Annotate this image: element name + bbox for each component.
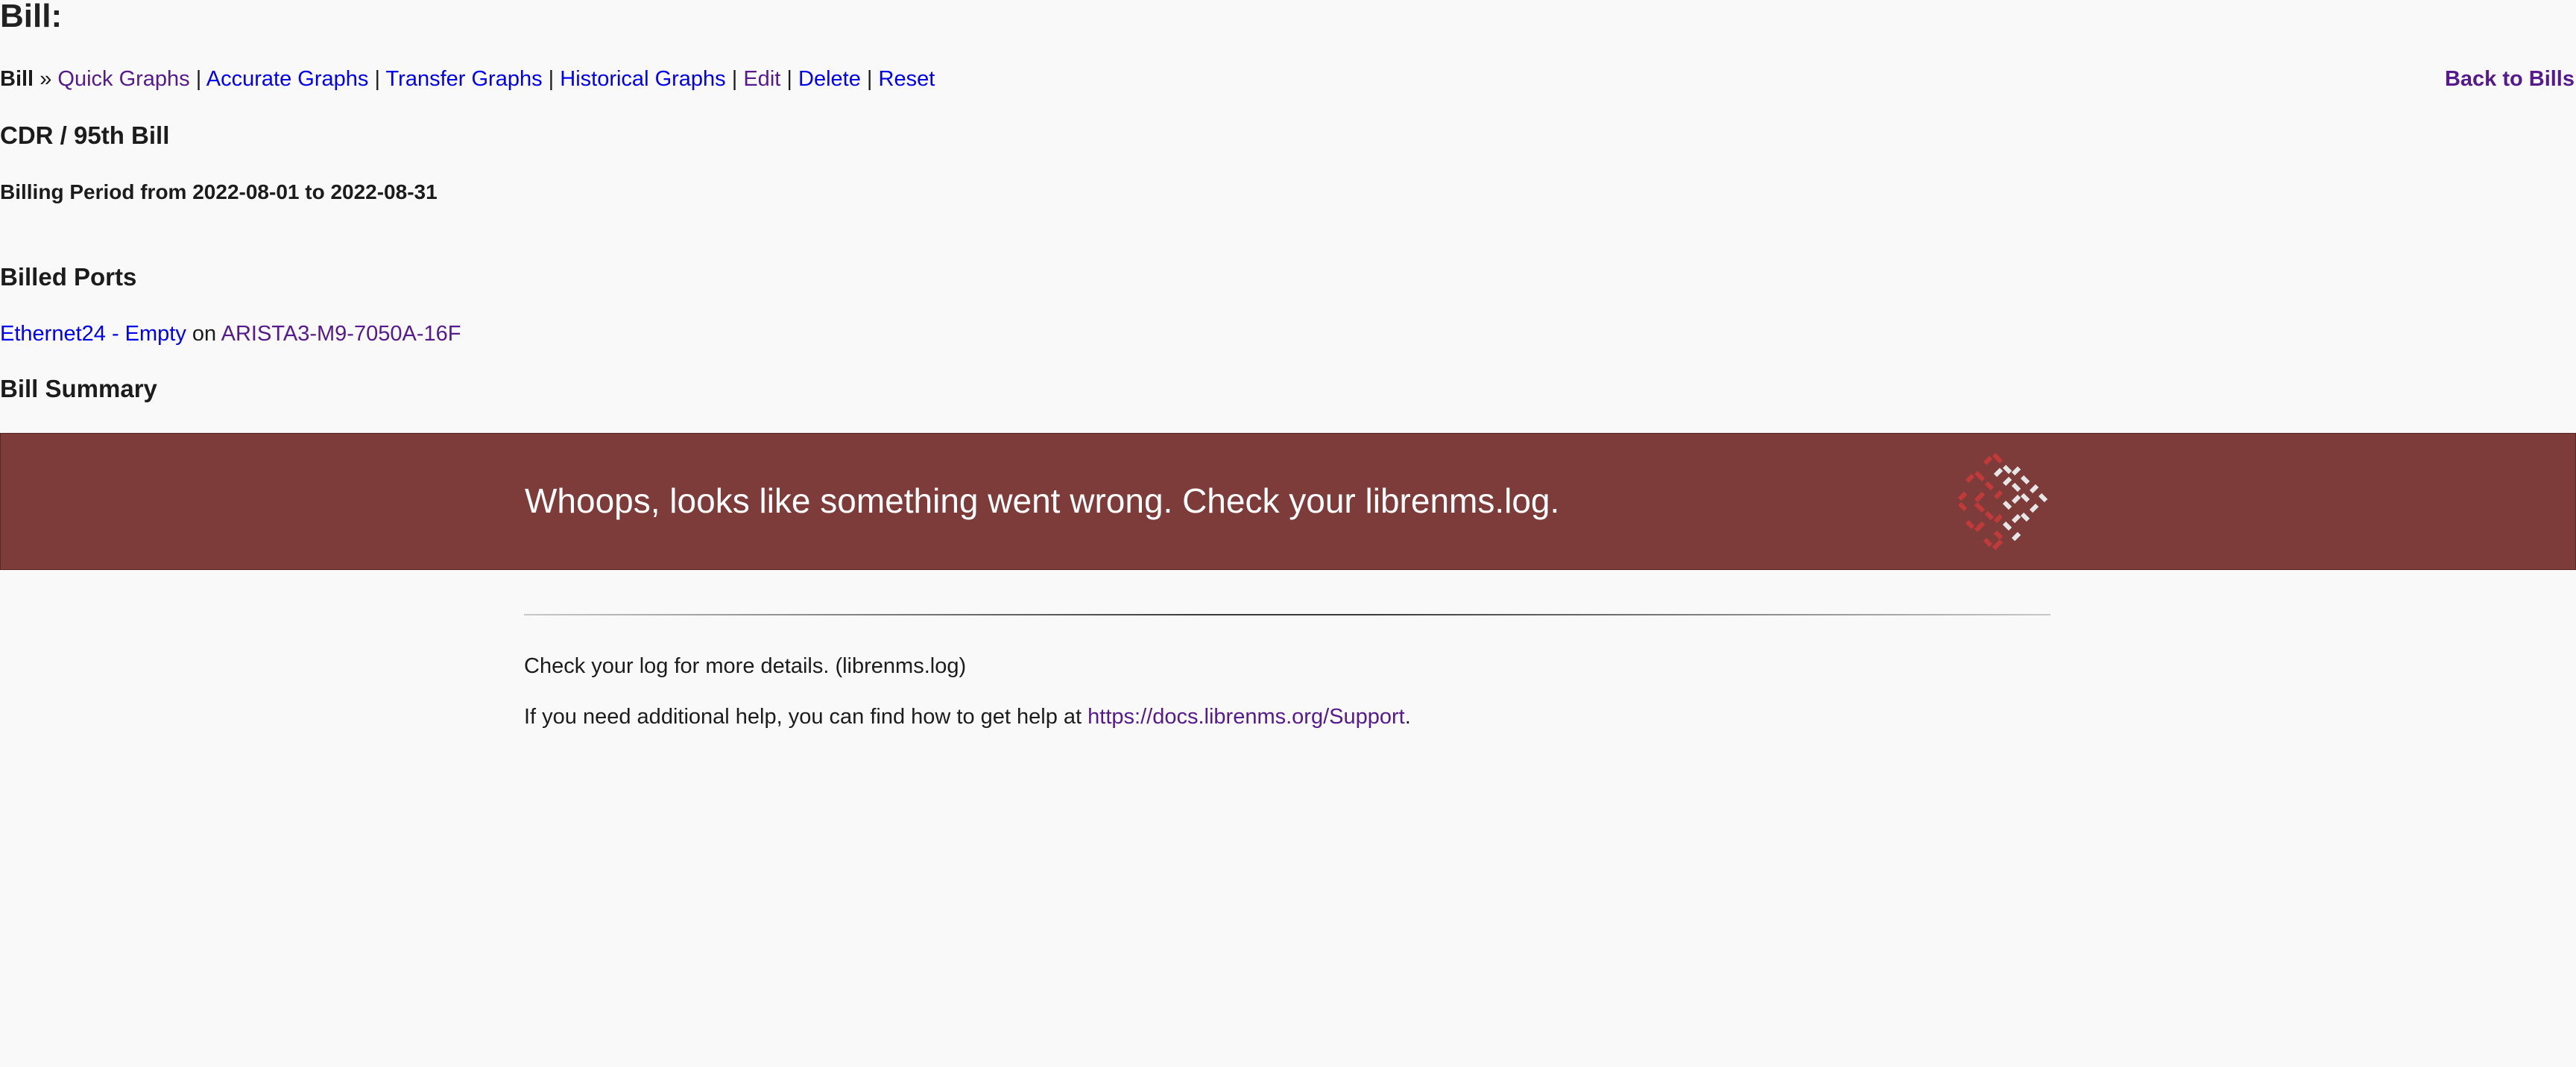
billing-period-text: Billing Period from 2022-08-01 to 2022-0…: [0, 180, 438, 203]
quick-graphs-link[interactable]: Quick Graphs: [57, 67, 189, 91]
error-detail-text: Check your log for more details. (libren…: [524, 654, 967, 678]
bill-summary-heading: Bill Summary: [0, 375, 157, 402]
help-text: If you need additional help, you can fin…: [524, 703, 1411, 730]
nav-separator: |: [548, 67, 555, 91]
nav-separator: |: [374, 67, 380, 91]
billed-port-row: Ethernet24 - Empty on ARISTA3-M9-7050A-1…: [0, 320, 461, 347]
page-title: Bill:: [0, 0, 63, 34]
billed-ports-heading: Billed Ports: [0, 263, 137, 291]
historical-graphs-link[interactable]: Historical Graphs: [560, 67, 725, 91]
on-text: on: [192, 322, 217, 346]
librenms-logo-icon: [1957, 452, 2048, 551]
port-link[interactable]: Ethernet24 - Empty: [0, 322, 186, 346]
support-docs-link[interactable]: https://docs.librenms.org/Support: [1087, 705, 1405, 729]
edit-link[interactable]: Edit: [743, 67, 780, 91]
transfer-graphs-link[interactable]: Transfer Graphs: [386, 67, 543, 91]
error-divider: [524, 614, 2051, 615]
error-banner: Whoops, looks like something went wrong.…: [0, 433, 2576, 570]
help-suffix: .: [1404, 705, 1411, 729]
nav-separator: |: [786, 67, 792, 91]
back-to-bills-link[interactable]: Back to Bills: [2445, 66, 2575, 92]
breadcrumb-separator: »: [40, 67, 52, 91]
delete-link[interactable]: Delete: [798, 67, 861, 91]
nav-separator: |: [866, 67, 873, 91]
help-prefix: If you need additional help, you can fin…: [524, 705, 1082, 729]
device-link[interactable]: ARISTA3-M9-7050A-16F: [221, 322, 461, 346]
reset-link[interactable]: Reset: [879, 67, 935, 91]
error-message: Whoops, looks like something went wrong.…: [525, 481, 1560, 520]
accurate-graphs-link[interactable]: Accurate Graphs: [206, 67, 369, 91]
breadcrumb-bill: Bill: [0, 67, 34, 91]
nav-separator: |: [731, 67, 738, 91]
bill-type-heading: CDR / 95th Bill: [0, 121, 170, 149]
nav-separator: |: [195, 67, 202, 91]
bill-nav-bar: Bill » Quick Graphs | Accurate Graphs | …: [0, 66, 935, 92]
